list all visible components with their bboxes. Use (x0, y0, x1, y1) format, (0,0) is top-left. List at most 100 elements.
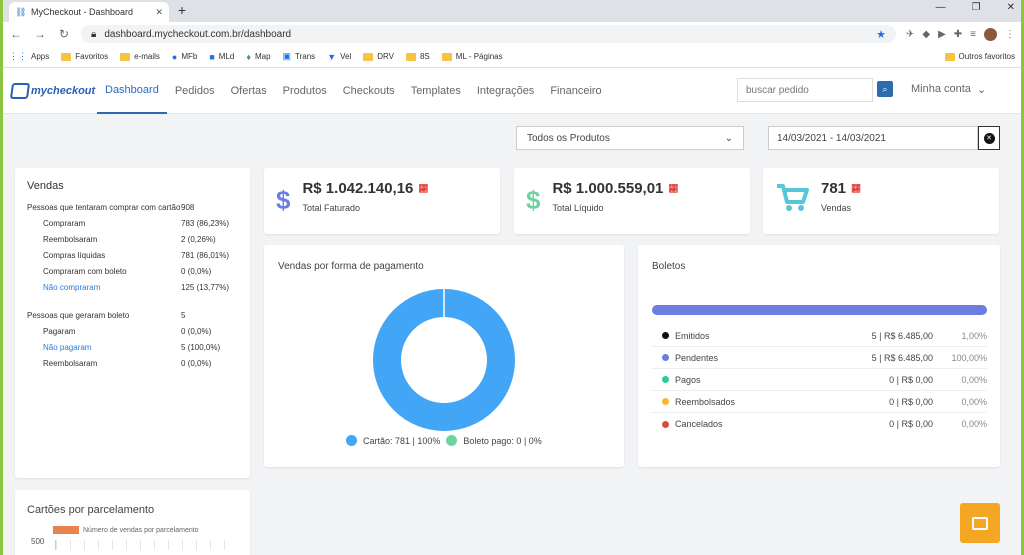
forward-icon[interactable]: → (33, 27, 47, 41)
status-dot-icon (662, 376, 669, 383)
nav-checkouts[interactable]: Checkouts (335, 68, 403, 114)
search-button[interactable]: ⌕ (877, 81, 893, 97)
nav-pedidos[interactable]: Pedidos (167, 68, 223, 114)
stat-value: 5 (100,0%) (181, 343, 221, 352)
new-tab-button[interactable]: + (175, 3, 189, 18)
logo-text: mycheckout (31, 84, 96, 97)
search-icon: ⌕ (882, 84, 888, 94)
bookmark-label: MFb (181, 52, 198, 61)
bookmark-label: Apps (31, 52, 50, 61)
status-dot-icon (662, 398, 669, 405)
vendas-title: Vendas (27, 180, 64, 192)
stat-row: Compraram 783 (86,23%) (27, 216, 238, 232)
stat-row: Pessoas que geraram boleto 5 (27, 308, 238, 324)
stat-label: Compras líquidas (43, 251, 106, 260)
bookmark-item[interactable]: e-mails (120, 52, 160, 61)
kpi-value: R$ 1.000.559,01 (552, 180, 664, 197)
legend-item[interactable]: Cartão: 781 | 100% (363, 436, 440, 446)
clear-date-button[interactable]: ✕ (978, 126, 1000, 150)
order-search-input[interactable]: buscar pedido (737, 78, 873, 102)
bookmark-item[interactable]: ♦ Map (246, 52, 270, 62)
nav-integracoes[interactable]: Integrações (469, 68, 542, 114)
bookmark-item[interactable]: ■ MLd (209, 52, 234, 62)
close-window-icon[interactable]: ✕ (1007, 2, 1015, 13)
stat-value: 783 (86,23%) (181, 219, 230, 228)
bookmark-apps[interactable]: ⋮⋮ Apps (9, 51, 49, 62)
boleto-pct: 1,00% (961, 330, 987, 341)
reading-list-icon[interactable]: ≡ (970, 29, 976, 40)
extension-icon[interactable]: ▶ (938, 29, 946, 40)
dollar-icon: $ (526, 185, 541, 215)
legend-item[interactable]: Boleto pago: 0 | 0% (463, 436, 541, 446)
folder-icon (363, 52, 374, 61)
account-menu[interactable]: Minha conta ⌄ (911, 83, 986, 96)
bookmark-label: Trans (295, 52, 316, 61)
bookmark-label: Map (254, 52, 271, 61)
favicon-icon: ⛓ (15, 7, 27, 17)
close-tab-icon[interactable]: ✕ (155, 7, 163, 18)
bookmark-item[interactable]: ▣ Trans (283, 51, 316, 62)
trend-chart-icon: 📈︎ (418, 184, 429, 193)
boleto-row: Reembolsados 0 | R$ 0,00 0,00% (652, 391, 987, 413)
date-range-input[interactable]: 14/03/2021 - 14/03/2021 (768, 126, 978, 150)
nao-compraram-link[interactable]: Não compraram (27, 280, 181, 296)
boleto-label-cell: Reembolsados (652, 397, 823, 407)
nav-produtos[interactable]: Produtos (275, 68, 335, 114)
folder-icon (944, 52, 955, 61)
stat-value: 781 (86,01%) (181, 251, 230, 260)
back-icon[interactable]: ← (9, 27, 23, 41)
extension-icon[interactable]: ◆ (922, 29, 930, 40)
parcelamento-grid (55, 540, 237, 550)
nav-financeiro[interactable]: Financeiro (542, 68, 609, 114)
stat-value: 5 (181, 311, 186, 320)
profile-avatar[interactable] (984, 27, 997, 41)
bookmark-label: Vel (340, 52, 352, 61)
menu-icon[interactable]: ⋮ (1005, 29, 1015, 40)
bookmark-item[interactable]: ML - Páginas (441, 52, 503, 61)
folder-icon (405, 52, 416, 61)
bookmark-label: MLd (218, 52, 235, 61)
boletos-title: Boletos (652, 261, 686, 272)
boletos-table: Emitidos 5 | R$ 6.485,00 1,00% Pendentes 5 |… (652, 325, 987, 435)
puzzle-icon[interactable]: ✚ (954, 29, 962, 40)
address-bar[interactable]: 🔒︎ dashboard.mycheckout.com.br/dashboard… (81, 25, 896, 43)
account-label: Minha conta (911, 83, 971, 95)
browser-tab[interactable]: ⛓ MyCheckout - Dashboard ✕ (9, 2, 169, 22)
product-select[interactable]: Todos os Produtos ⌄ (516, 126, 744, 150)
tab-strip: ⛓ MyCheckout - Dashboard ✕ + — ❐ ✕ (3, 0, 1021, 22)
bookmark-item[interactable]: DRV (363, 52, 394, 61)
donut-slice-cartao[interactable] (373, 289, 515, 431)
reload-icon[interactable]: ↻ (57, 27, 71, 41)
boleto-pct: 0,00% (961, 374, 987, 385)
stat-row: Compraram com boleto 0 (0,0%) (27, 264, 238, 280)
nao-pagaram-link[interactable]: Não pagaram (27, 340, 181, 356)
bookmark-other[interactable]: Outros favoritos (944, 52, 1015, 61)
bookmark-star-icon[interactable]: ★ (876, 28, 886, 41)
apps-grid-icon: ⋮⋮ (9, 51, 27, 61)
kpi-total-liquido: $ R$ 1.000.559,01 📈︎ Total Líquido (514, 168, 750, 234)
boleto-label: Pagos (675, 374, 701, 385)
chat-button[interactable] (960, 503, 1000, 543)
stat-value: 0 (0,0%) (181, 267, 212, 276)
nav-ofertas[interactable]: Ofertas (223, 68, 275, 114)
bookmark-item[interactable]: ▼ Vel (327, 52, 351, 62)
bookmark-item[interactable]: Favoritos (61, 52, 108, 61)
stat-row: Reembolsaram 0 (0,0%) (27, 356, 238, 372)
logo-mark-icon (9, 82, 31, 99)
minimize-icon[interactable]: — (936, 2, 946, 13)
bookmark-item[interactable]: ● MFb (172, 52, 197, 62)
boleto-pct: 0,00% (961, 396, 987, 407)
extension-icon[interactable]: ✈ (906, 29, 914, 40)
nav-dashboard[interactable]: Dashboard (97, 68, 167, 114)
boleto-row: Cancelados 0 | R$ 0,00 0,00% (652, 413, 987, 435)
map-pin-icon: ♦ (246, 51, 251, 62)
kpi-vendas: 781 📈︎ Vendas (763, 168, 999, 234)
trend-chart-icon: 📈︎ (668, 184, 679, 193)
logo[interactable]: mycheckout (9, 82, 97, 99)
bookmark-item[interactable]: 8S (405, 52, 430, 61)
kpi-value: R$ 1.042.140,16 (302, 180, 414, 197)
parcelamento-legend: Número de vendas por parcelamento (53, 526, 199, 534)
nav-templates[interactable]: Templates (403, 68, 469, 114)
boleto-value: 0 | R$ 0,00 (889, 396, 933, 407)
maximize-icon[interactable]: ❐ (972, 2, 981, 13)
